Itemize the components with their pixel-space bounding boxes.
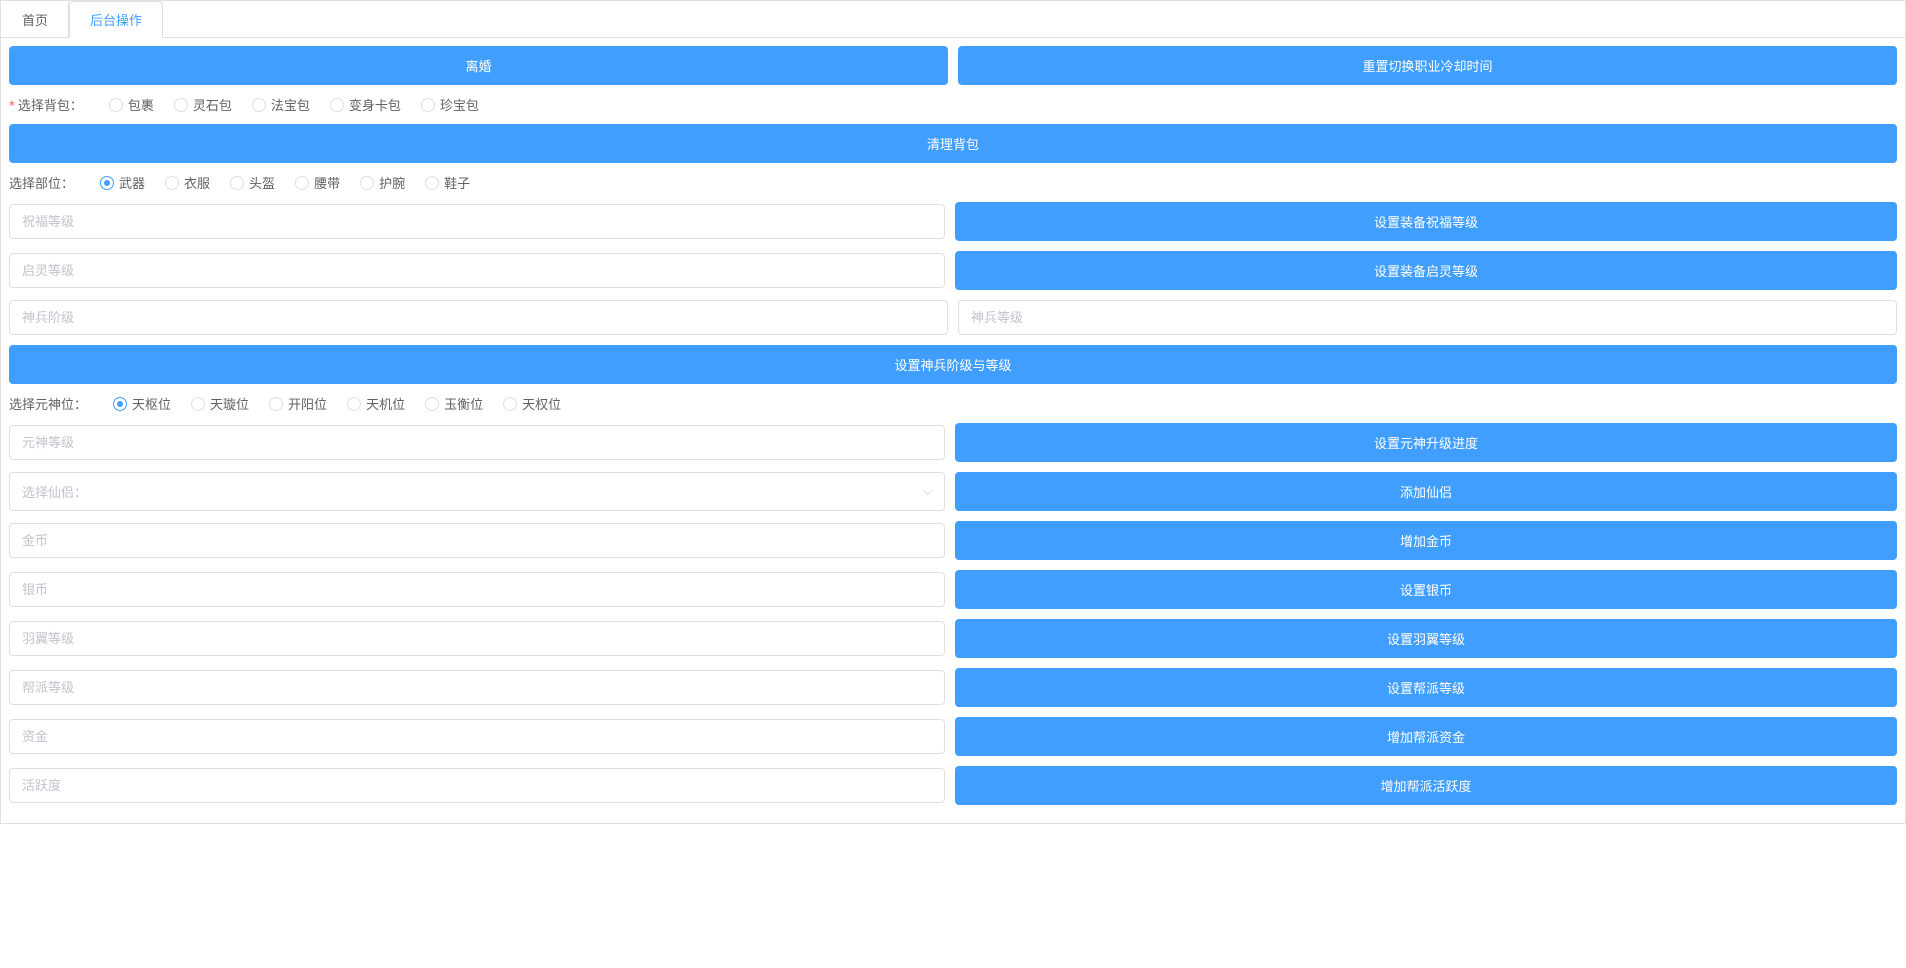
clear-bag-button[interactable]: 清理背包	[9, 124, 1897, 163]
select-part-label: 选择部位：	[9, 173, 74, 192]
add-gold-button[interactable]: 增加金币	[955, 521, 1897, 560]
tab-bar: 首页 后台操作	[1, 1, 1905, 38]
reset-job-cd-button[interactable]: 重置切换职业冷却时间	[958, 46, 1897, 85]
part-radio-1[interactable]: 衣服	[165, 173, 210, 192]
part-radio-2[interactable]: 头盔	[230, 173, 275, 192]
activity-input[interactable]	[9, 768, 945, 803]
yuanshen-radio-2[interactable]: 开阳位	[269, 394, 327, 413]
set-silver-button[interactable]: 设置银币	[955, 570, 1897, 609]
divorce-button[interactable]: 离婚	[9, 46, 948, 85]
yuanshen-radio-3[interactable]: 天机位	[347, 394, 405, 413]
silver-input[interactable]	[9, 572, 945, 607]
set-guild-button[interactable]: 设置帮派等级	[955, 668, 1897, 707]
tab-home[interactable]: 首页	[1, 1, 69, 38]
yuanshen-radio-1[interactable]: 天璇位	[191, 394, 249, 413]
chevron-down-icon: ⌵	[923, 484, 932, 499]
fund-input[interactable]	[9, 719, 945, 754]
yuanshen-level-input[interactable]	[9, 425, 945, 460]
guild-level-input[interactable]	[9, 670, 945, 705]
select-yuanshen-label: 选择元神位：	[9, 394, 87, 413]
set-wing-button[interactable]: 设置羽翼等级	[955, 619, 1897, 658]
part-radio-group: 武器 衣服 头盔 腰带 护腕 鞋子	[100, 173, 470, 192]
add-xianlv-button[interactable]: 添加仙侣	[955, 472, 1897, 511]
bag-radio-4[interactable]: 珍宝包	[421, 95, 479, 114]
bag-radio-1[interactable]: 灵石包	[174, 95, 232, 114]
xianlv-select[interactable]: 选择仙侣： ⌵	[9, 472, 945, 511]
shenbing-stage-input[interactable]	[9, 300, 948, 335]
yuanshen-radio-5[interactable]: 天权位	[503, 394, 561, 413]
gold-input[interactable]	[9, 523, 945, 558]
qiling-level-input[interactable]	[9, 253, 945, 288]
bag-radio-3[interactable]: 变身卡包	[330, 95, 401, 114]
part-radio-0[interactable]: 武器	[100, 173, 145, 192]
set-shenbing-button[interactable]: 设置神兵阶级与等级	[9, 345, 1897, 384]
xianlv-select-placeholder: 选择仙侣：	[22, 482, 87, 501]
part-radio-5[interactable]: 鞋子	[425, 173, 470, 192]
tab-backend[interactable]: 后台操作	[69, 1, 163, 38]
yuanshen-radio-group: 天枢位 天璇位 开阳位 天机位 玉衡位 天权位	[113, 394, 561, 413]
bless-level-input[interactable]	[9, 204, 945, 239]
bag-radio-group: 包裹 灵石包 法宝包 变身卡包 珍宝包	[109, 95, 479, 114]
bag-radio-0[interactable]: 包裹	[109, 95, 154, 114]
set-equip-bless-button[interactable]: 设置装备祝福等级	[955, 202, 1897, 241]
yuanshen-radio-4[interactable]: 玉衡位	[425, 394, 483, 413]
add-guild-activity-button[interactable]: 增加帮派活跃度	[955, 766, 1897, 805]
add-guild-fund-button[interactable]: 增加帮派资金	[955, 717, 1897, 756]
wing-level-input[interactable]	[9, 621, 945, 656]
part-radio-3[interactable]: 腰带	[295, 173, 340, 192]
bag-radio-2[interactable]: 法宝包	[252, 95, 310, 114]
set-yuanshen-button[interactable]: 设置元神升级进度	[955, 423, 1897, 462]
yuanshen-radio-0[interactable]: 天枢位	[113, 394, 171, 413]
part-radio-4[interactable]: 护腕	[360, 173, 405, 192]
set-equip-qiling-button[interactable]: 设置装备启灵等级	[955, 251, 1897, 290]
select-bag-label: 选择背包：	[9, 95, 83, 114]
shenbing-level-input[interactable]	[958, 300, 1897, 335]
